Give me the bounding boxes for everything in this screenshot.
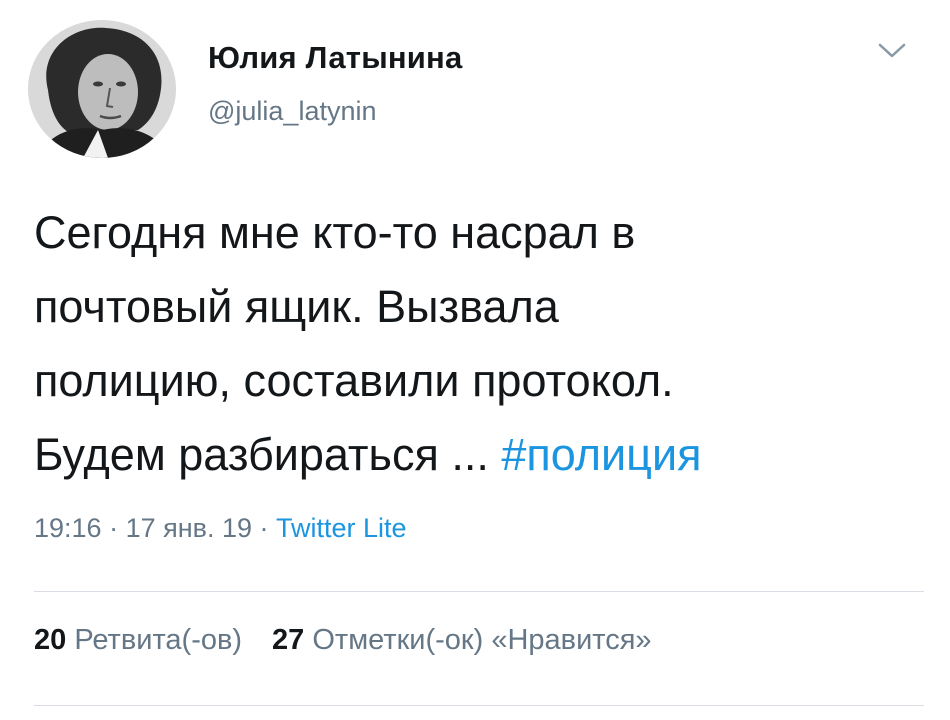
avatar-image: [28, 20, 176, 158]
tweet-card: Юлия Латынина @julia_latynin Сегодня мне…: [0, 0, 950, 720]
author-handle[interactable]: @julia_latynin: [208, 96, 377, 127]
retweets-stat[interactable]: 20 Ретвита(-ов): [34, 624, 242, 656]
chevron-down-icon[interactable]: [876, 40, 908, 62]
retweets-label: Ретвита(-ов): [74, 624, 243, 656]
author-name[interactable]: Юлия Латынина: [208, 40, 462, 76]
tweet-time[interactable]: 19:16: [34, 513, 102, 543]
avatar[interactable]: [28, 20, 176, 158]
retweets-count: 20: [34, 624, 67, 656]
meta-separator: ·: [252, 513, 277, 543]
tweet-date[interactable]: 17 янв. 19: [126, 513, 252, 543]
tweet-source-link[interactable]: Twitter Lite: [276, 513, 407, 543]
tweet-text: Сегодня мне кто-то насрал в почтовый ящи…: [34, 196, 924, 492]
divider: [34, 591, 924, 592]
likes-count: 27: [272, 624, 305, 656]
meta-separator: ·: [101, 513, 126, 543]
hashtag-link[interactable]: #полиция: [501, 429, 701, 480]
likes-label: Отметки(-ок) «Нравится»: [312, 624, 652, 656]
likes-stat[interactable]: 27 Отметки(-ок) «Нравится»: [272, 624, 652, 656]
tweet-stats: 20 Ретвита(-ов) 27 Отметки(-ок) «Нравится…: [34, 624, 652, 657]
divider: [34, 705, 924, 706]
tweet-meta: 19:16 · 17 янв. 19 · Twitter Lite: [34, 513, 407, 544]
